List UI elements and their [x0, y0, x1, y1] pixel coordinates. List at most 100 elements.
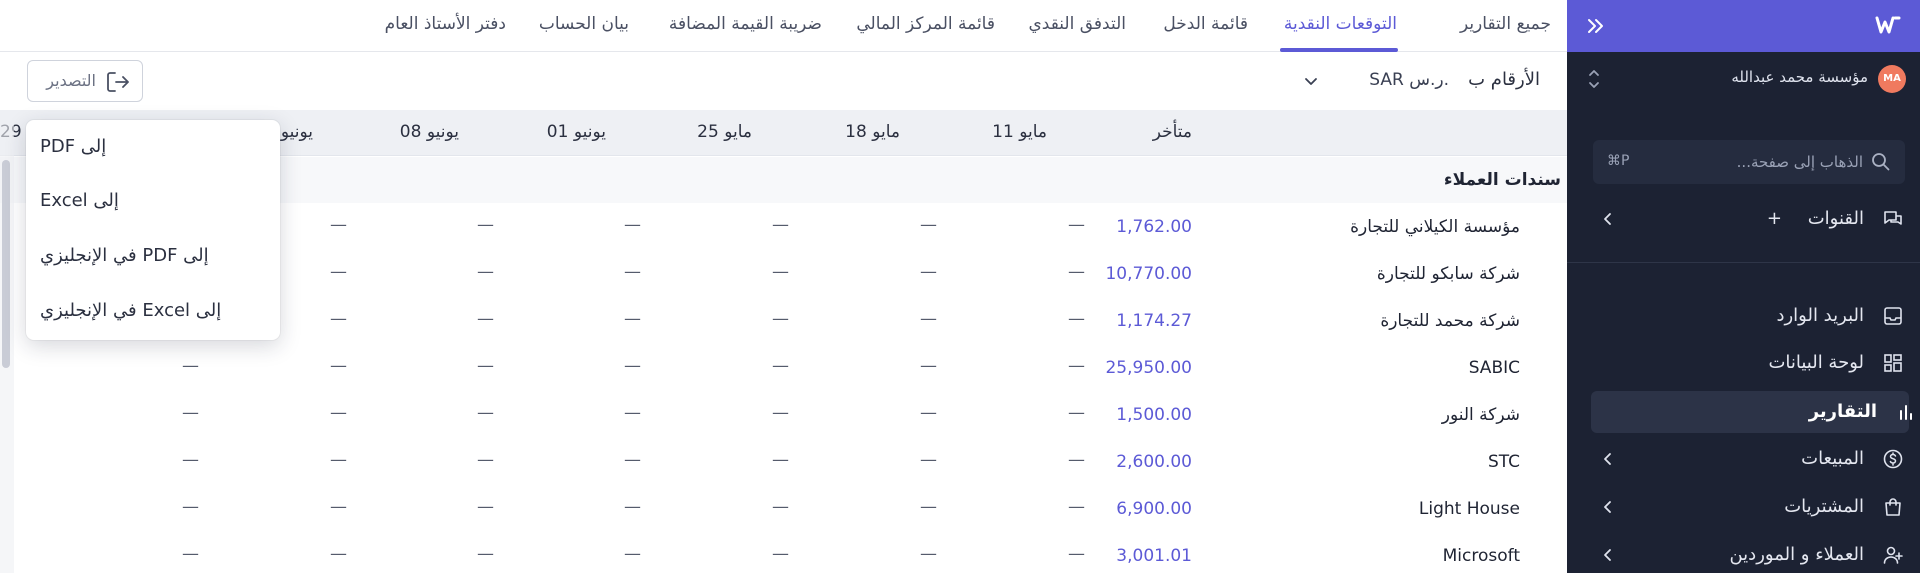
amount-link[interactable]: 10,770.00	[1105, 264, 1192, 284]
customer-name: شركة النور	[1441, 405, 1520, 425]
empty-cell: —	[624, 403, 641, 423]
tab-all-reports[interactable]: جميع التقارير	[1460, 14, 1551, 34]
chevron-up-down-icon	[1589, 70, 1599, 88]
sidebar-item-label: لوحة البيانات	[1768, 352, 1864, 373]
empty-cell: —	[477, 356, 494, 376]
sidebar-item-sales[interactable]: المبيعات	[1567, 438, 1920, 480]
chevron-left-icon[interactable]	[1601, 212, 1615, 226]
currency-select[interactable]: SAR ر.س.	[1249, 67, 1449, 97]
tab-vat[interactable]: ضريبة القيمة المضافة	[669, 14, 822, 34]
customer-name: شركة محمد للتجارة	[1380, 311, 1520, 331]
table-row[interactable]: شركة النور 1,500.00 — — — — — — —	[0, 392, 1567, 439]
empty-cell: —	[624, 356, 641, 376]
column-header: 18 مايو	[845, 122, 900, 142]
scrollbar[interactable]	[2, 160, 10, 368]
empty-cell: —	[477, 450, 494, 470]
empty-cell: —	[772, 403, 789, 423]
table-row[interactable]: STC 2,600.00 — — — — — — —	[0, 439, 1567, 486]
empty-cell: —	[1068, 544, 1085, 564]
logo-icon	[1875, 16, 1901, 34]
empty-cell: —	[1068, 215, 1085, 235]
empty-cell: —	[920, 309, 937, 329]
tab-cash-forecast[interactable]: التوقعات النقدية	[1284, 14, 1397, 34]
add-channel-button[interactable]: +	[1767, 208, 1782, 229]
sidebar-item-label: البريد الوارد	[1776, 305, 1864, 326]
export-button[interactable]: التصدير	[27, 60, 143, 102]
chevron-left-icon	[1604, 501, 1611, 513]
tab-balance-sheet[interactable]: قائمة المركز المالي	[856, 14, 995, 34]
empty-cell: —	[920, 544, 937, 564]
menu-item-label: إلى Excel في الإنجليزي	[40, 300, 222, 321]
empty-cell: —	[1068, 497, 1085, 517]
section-title: سندات العملاء	[1443, 170, 1561, 190]
active-tab-indicator	[1280, 48, 1398, 52]
menu-item-export-pdf[interactable]: إلى PDF	[26, 120, 280, 174]
avatar: MA	[1878, 65, 1906, 93]
empty-cell: —	[772, 450, 789, 470]
tab-general-ledger[interactable]: دفتر الأستاذ العام	[385, 14, 506, 34]
empty-cell: —	[182, 450, 199, 470]
tab-income-statement[interactable]: قائمة الدخل	[1163, 14, 1248, 34]
empty-cell: —	[772, 497, 789, 517]
sidebar-item-customers-suppliers[interactable]: العملاء و الموردين	[1567, 534, 1920, 573]
customer-name: SABIC	[1468, 358, 1520, 378]
column-header: 11 مايو	[992, 122, 1047, 142]
empty-cell: —	[477, 544, 494, 564]
tab-cash-flow[interactable]: التدفق النقدي	[1028, 14, 1126, 34]
amount-link[interactable]: 1,500.00	[1116, 405, 1192, 425]
sidebar-item-channels[interactable]: القنوات +	[1567, 198, 1920, 240]
sidebar-item-purchases[interactable]: المشتريات	[1567, 486, 1920, 528]
sidebar-item-label: العملاء و الموردين	[1729, 544, 1864, 565]
export-menu: إلى PDF إلى Excel إلى PDF في الإنجليزي إ…	[26, 120, 280, 340]
empty-cell: —	[477, 497, 494, 517]
users-icon	[1883, 546, 1903, 564]
empty-cell: —	[330, 262, 347, 282]
column-header: متأخر	[1152, 122, 1192, 142]
empty-cell: —	[182, 356, 199, 376]
empty-cell: —	[624, 262, 641, 282]
amount-link[interactable]: 2,600.00	[1116, 452, 1192, 472]
customer-name: STC	[1487, 452, 1520, 472]
tab-account-statement[interactable]: بيان الحساب	[539, 14, 629, 34]
empty-cell: —	[624, 450, 641, 470]
sidebar-divider	[1567, 262, 1920, 263]
organization-switcher[interactable]: MA مؤسسة محمد عبدالله	[1567, 56, 1920, 102]
report-toolbar: الأرقام ب SAR ر.س. التصدير	[0, 53, 1567, 109]
table-row[interactable]: SABIC 25,950.00 — — — — — — —	[0, 345, 1567, 392]
sidebar-item-inbox[interactable]: البريد الوارد	[1567, 295, 1920, 337]
table-row[interactable]: Light House 6,900.00 — — — — — — —	[0, 486, 1567, 533]
empty-cell: —	[330, 215, 347, 235]
empty-cell: —	[920, 497, 937, 517]
menu-item-export-pdf-english[interactable]: إلى PDF في الإنجليزي	[26, 229, 280, 283]
keyboard-shortcut: ⌘P	[1607, 153, 1630, 169]
search-input[interactable]	[1643, 140, 1863, 184]
amount-link[interactable]: 25,950.00	[1105, 358, 1192, 378]
empty-cell: —	[624, 309, 641, 329]
organization-name: مؤسسة محمد عبدالله	[1731, 68, 1868, 86]
table-row[interactable]: Microsoft 3,001.01 — — — — — — —	[0, 533, 1567, 573]
amount-link[interactable]: 1,762.00	[1116, 217, 1192, 237]
menu-item-label: إلى PDF في الإنجليزي	[40, 245, 209, 266]
customer-name: شركة سابكو للتجارة	[1376, 264, 1520, 284]
inbox-icon	[1884, 307, 1902, 325]
empty-cell: —	[624, 215, 641, 235]
empty-cell: —	[330, 403, 347, 423]
go-to-page-search: ⌘P	[1593, 140, 1905, 184]
dollar-icon	[1883, 449, 1903, 469]
empty-cell: —	[772, 544, 789, 564]
amount-link[interactable]: 1,174.27	[1116, 311, 1192, 331]
chevron-left-icon	[1604, 453, 1611, 465]
sidebar-item-reports[interactable]: التقارير	[1591, 391, 1912, 433]
empty-cell: —	[920, 215, 937, 235]
empty-cell: —	[772, 215, 789, 235]
menu-item-export-excel[interactable]: إلى Excel	[26, 174, 280, 228]
collapse-sidebar-icon[interactable]	[1583, 14, 1609, 38]
amount-link[interactable]: 3,001.01	[1116, 546, 1192, 566]
empty-cell: —	[920, 262, 937, 282]
amount-link[interactable]: 6,900.00	[1116, 499, 1192, 519]
sidebar-item-dashboard[interactable]: لوحة البيانات	[1567, 342, 1920, 384]
column-header: 01 يونيو	[546, 122, 606, 142]
menu-item-export-excel-english[interactable]: إلى Excel في الإنجليزي	[26, 284, 280, 338]
numbers-in-label: الأرقام ب	[1468, 69, 1540, 90]
empty-cell: —	[182, 403, 199, 423]
